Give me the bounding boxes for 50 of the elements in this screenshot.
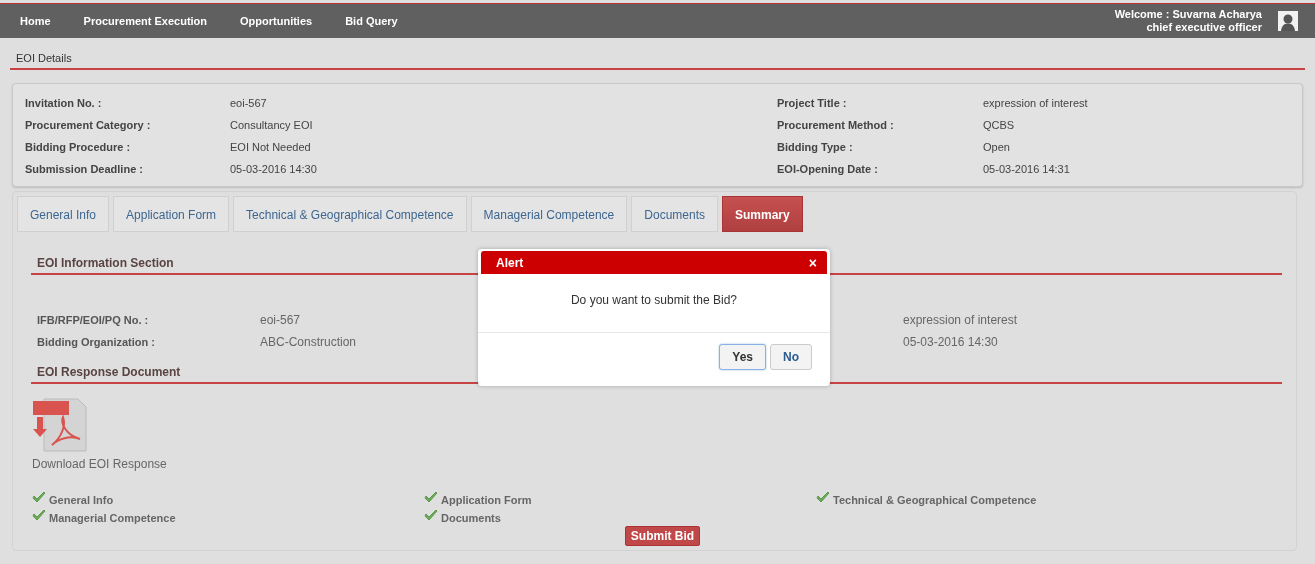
checklist-item: General Info [49,494,114,506]
checklist-item: Documents [441,512,501,524]
field-label: EOI-Opening Date : [777,162,879,177]
field-value: ABC-Construction [260,334,358,351]
nav-link[interactable]: Opportunities [240,15,313,27]
field-label: Submission Deadline : [25,162,144,177]
nav-link[interactable]: Home [20,15,51,27]
welcome-label: Welcome : [1114,8,1170,20]
field-value: 05-03-2016 14:31 [983,162,1071,177]
tab[interactable]: Application Form [113,196,230,232]
field-label: Invitation No. : [25,96,103,111]
field-value: eoi-567 [230,96,268,111]
submit-bid-button[interactable]: Submit Bid [624,526,701,546]
tab[interactable]: Technical & Geographical Competence [233,196,467,232]
field-value: Open [983,140,1011,155]
field-value: Consultancy EOI [230,118,314,133]
download-link[interactable]: Download EOI Response [32,457,167,471]
field-label: Procurement Category : [25,118,152,133]
tab[interactable]: General Info [17,196,110,232]
field-value: EOI Not Needed [230,140,312,155]
field-value: QCBS [983,118,1016,133]
tab[interactable]: Documents [631,196,718,232]
field-value: 05-03-2016 14:30 [230,162,318,177]
field-label: Bidding Procedure : [25,140,132,155]
nav-link[interactable]: Bid Query [345,15,398,27]
dialog-button[interactable]: Yes [719,344,766,370]
pdf-file-icon[interactable] [32,397,87,452]
tab[interactable]: Managerial Competence [470,196,628,232]
field-value: eoi-567 [260,312,302,329]
avatar-icon[interactable] [1278,11,1298,31]
checklist-item: Application Form [441,494,532,506]
tab[interactable]: Summary [722,196,803,232]
field-label: Project Title : [777,96,848,111]
field-label: Bidding Type : [777,140,854,155]
field-label: Bidding Organization : [37,335,156,350]
field-value: expression of interest [903,312,1019,329]
dialog-button[interactable]: No [770,344,812,370]
checklist-item: Technical & Geographical Competence [833,494,1037,506]
dialog-message: Do you want to submit the Bid? [478,274,830,333]
section-title: EOI Details [10,38,1305,70]
nav-link[interactable]: Procurement Execution [83,15,208,27]
user-name: Suvarna Acharya [1172,8,1262,20]
field-value: expression of interest [983,96,1089,111]
dialog-title: Alert [496,255,524,270]
field-label: IFB/RFP/EOI/PQ No. : [37,313,150,328]
checklist-item: Managerial Competence [49,512,176,524]
close-button[interactable]: × [808,254,817,271]
user-role: chief executive officer [1146,21,1262,33]
field-label: Procurement Method : [777,118,895,133]
field-value: 05-03-2016 14:30 [903,334,999,351]
